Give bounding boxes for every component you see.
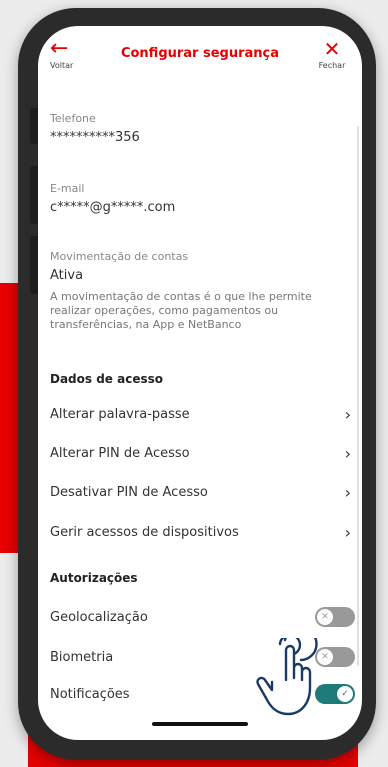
chevron-right-icon: › bbox=[344, 404, 351, 424]
chevron-right-icon: › bbox=[344, 522, 351, 542]
movement-description: A movimentação de contas é o que lhe per… bbox=[50, 290, 312, 331]
toggle-off-icon: ✕ bbox=[317, 609, 333, 625]
back-label: Voltar bbox=[50, 61, 74, 70]
home-indicator bbox=[152, 722, 248, 726]
list-item-label: Alterar palavra-passe bbox=[50, 406, 190, 422]
app-header: ← Voltar Configurar segurança ✕ Fechar bbox=[38, 26, 362, 82]
notifications-label: Notificações bbox=[50, 686, 130, 702]
toggle-on-check-icon: ✓ bbox=[337, 686, 353, 702]
biometrics-label: Biometria bbox=[50, 649, 114, 665]
geolocation-label: Geolocalização bbox=[50, 609, 148, 625]
close-button[interactable]: ✕ Fechar bbox=[312, 38, 352, 70]
change-password-item[interactable]: Alterar palavra-passe › bbox=[50, 402, 355, 426]
biometrics-toggle[interactable]: ✕ bbox=[315, 647, 355, 667]
scrollbar[interactable] bbox=[357, 126, 359, 666]
email-value: c*****@g*****.com bbox=[50, 200, 176, 215]
phone-value: **********356 bbox=[50, 130, 140, 145]
list-item-label: Alterar PIN de Acesso bbox=[50, 445, 190, 461]
close-icon: ✕ bbox=[323, 37, 341, 61]
authorizations-section-title: Autorizações bbox=[50, 571, 138, 585]
geolocation-item: Geolocalização ✕ bbox=[50, 605, 355, 629]
movement-label: Movimentação de contas bbox=[50, 250, 189, 263]
list-item-label: Desativar PIN de Acesso bbox=[50, 484, 208, 500]
list-item-label: Gerir acessos de dispositivos bbox=[50, 524, 239, 540]
change-pin-item[interactable]: Alterar PIN de Acesso › bbox=[50, 441, 355, 465]
disable-pin-item[interactable]: Desativar PIN de Acesso › bbox=[50, 480, 355, 504]
email-label: E-mail bbox=[50, 182, 85, 195]
geolocation-toggle[interactable]: ✕ bbox=[315, 607, 355, 627]
chevron-right-icon: › bbox=[344, 443, 351, 463]
tap-gesture-icon bbox=[256, 638, 318, 716]
close-label: Fechar bbox=[318, 61, 346, 70]
notifications-toggle[interactable]: ✓ bbox=[315, 684, 355, 704]
movement-value: Ativa bbox=[50, 268, 84, 283]
chevron-right-icon: › bbox=[344, 482, 351, 502]
phone-label: Telefone bbox=[50, 112, 96, 125]
manage-devices-item[interactable]: Gerir acessos de dispositivos › bbox=[50, 520, 355, 544]
phone-screen: ← Voltar Configurar segurança ✕ Fechar T… bbox=[38, 26, 362, 740]
access-section-title: Dados de acesso bbox=[50, 372, 163, 386]
